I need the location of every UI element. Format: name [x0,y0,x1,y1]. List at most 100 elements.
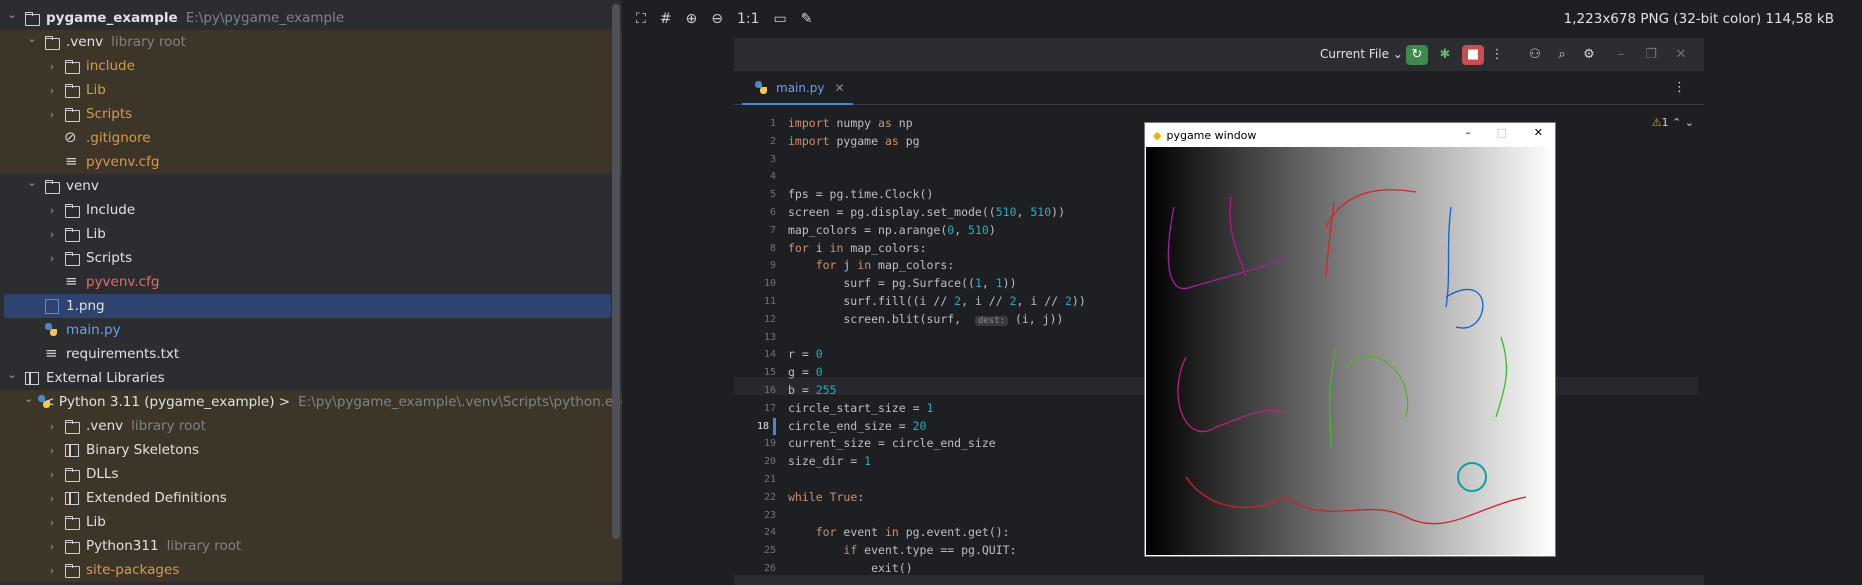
project-tree: ⌄ pygame_example E:\py\pygame_example ⌄ .ven… [0,0,622,585]
code-line: for event in pg.event.get(): [815,525,1010,540]
chevron-right-icon[interactable]: › [44,564,60,577]
debug-icon[interactable]: ✱ [1434,45,1456,65]
chevron-right-icon[interactable]: › [44,108,60,121]
code-line: for j in map_colors: [815,258,955,273]
tree-item-label: .venv [66,34,104,50]
run-config-dropdown[interactable]: Current File ⌄ [1320,47,1403,61]
chevron-down-icon[interactable]: ⌄ [4,8,20,21]
grid-icon[interactable]: # [660,11,672,27]
line-number: 18 [757,417,776,436]
tab-close-icon[interactable]: ✕ [835,81,845,95]
add-user-icon[interactable]: ⚇ [1524,45,1546,65]
tree-item[interactable]: › Python311 library root [0,534,622,558]
chevron-right-icon[interactable]: › [44,492,60,505]
line-number: 3 [769,153,776,165]
tree-item[interactable]: main.py [0,318,622,342]
tree-item[interactable]: › Scripts [0,246,622,270]
tree-item-label: pyvenv.cfg [86,154,160,170]
tree-item[interactable]: 1.png [4,294,611,318]
code-line: r = 0 [788,347,823,362]
tree-item[interactable]: pyvenv.cfg [0,150,622,174]
chevron-right-icon[interactable]: › [44,420,60,433]
folder-icon [64,107,80,122]
line-number: 8 [769,242,776,254]
tree-item[interactable]: › Include [0,198,622,222]
line-number: 9 [769,260,776,272]
line-number: 11 [763,296,776,307]
more-icon[interactable]: ⋮ [1486,45,1508,65]
actual-size-button[interactable]: 1:1 [737,11,760,27]
tree-item[interactable]: › Lib [0,510,622,534]
chevron-right-icon[interactable]: › [44,84,60,97]
project-tree-scrollbar[interactable] [612,4,620,539]
tree-item[interactable]: requirements.txt [0,342,622,366]
tree-item[interactable]: › Binary Skeletons [0,438,622,462]
tree-item[interactable]: ⌄ < Python 3.11 (pygame_example) > E:\py\p… [0,390,622,414]
image-viewer: ⛶ # ⊕ ⊖ 1:1 ▭ ✎ 1,223x678 PNG (32-bit co… [622,0,1862,585]
tree-item[interactable]: ⌄ pygame_example E:\py\pygame_example [0,6,622,30]
code-line: screen = pg.display.set_mode((510, 510)) [788,205,1065,219]
image-info: 1,223x678 PNG (32-bit color) 114,58 kB [1563,11,1834,27]
chevron-right-icon[interactable]: › [44,516,60,529]
pygame-titlebar: ◆ pygame window – □ ✕ [1145,123,1555,147]
tree-item-label: site-packages [86,562,180,578]
tree-item[interactable]: › Scripts [0,102,622,126]
line-number: 23 [763,509,776,521]
zoom-out-icon[interactable]: ⊖ [711,11,723,27]
chevron-right-icon[interactable]: › [44,468,60,481]
zoom-in-icon[interactable]: ⊕ [686,11,698,27]
pygame-maximize-icon[interactable]: □ [1497,126,1507,139]
line-number: 2 [769,135,776,147]
chevron-right-icon[interactable]: › [44,540,60,553]
code-line: g = 0 [788,365,823,380]
tree-item-hint: E:\py\pygame_example\.venv\Scripts\pytho… [298,394,622,410]
tree-item-label: main.py [66,322,121,338]
chevron-down-icon[interactable]: ⌄ [24,32,40,45]
tree-item[interactable]: pyvenv.cfg [0,270,622,294]
chevron-right-icon[interactable]: › [44,252,60,265]
folder-icon [64,251,80,266]
color-picker-icon[interactable]: ✎ [801,11,813,27]
tab-main-py[interactable]: main.py ✕ [742,72,853,105]
folder-icon [64,539,80,554]
restore-icon[interactable]: ❐ [1640,45,1662,65]
tree-item[interactable]: › DLLs [0,462,622,486]
tree-item[interactable]: › Extended Definitions [0,486,622,510]
tree-item[interactable]: .gitignore [0,126,622,150]
close-icon[interactable]: ✕ [1670,45,1692,65]
tree-item[interactable]: › .venv library root [0,414,622,438]
chevron-right-icon[interactable]: › [44,444,60,457]
chevron-right-icon[interactable]: › [44,228,60,241]
tree-item[interactable]: › Lib [0,222,622,246]
tree-item-hint: E:\py\pygame_example [185,10,345,26]
tab-more-icon[interactable]: ⋮ [1673,80,1686,95]
stop-icon[interactable]: ■ [1462,45,1484,65]
run-icon[interactable]: ↻ [1406,45,1428,65]
chevron-right-icon[interactable]: › [44,204,60,217]
settings-icon[interactable]: ⚙ [1578,45,1600,65]
tree-item[interactable]: ⌄ External Libraries [0,366,622,390]
editor-hscrollbar[interactable] [734,575,1704,585]
tree-item-label: Extended Definitions [86,490,227,506]
pygame-close-icon[interactable]: ✕ [1534,126,1543,139]
code-line: size_dir = 1 [788,454,872,469]
code-line: current_size = circle_end_size [788,436,996,451]
tree-item[interactable]: › include [0,54,622,78]
chevron-right-icon[interactable]: › [44,60,60,73]
fit-icon[interactable]: ⛶ [636,11,646,27]
chevron-down-icon[interactable]: ⌄ [24,392,33,405]
background-icon[interactable]: ▭ [774,11,787,27]
minimize-icon[interactable]: – [1610,45,1632,65]
pygame-minimize-icon[interactable]: – [1466,126,1472,139]
chevron-down-icon[interactable]: ⌄ [4,368,20,381]
tree-item[interactable]: › Lib [0,78,622,102]
search-icon[interactable]: ⌕ [1551,45,1573,65]
tree-item[interactable]: ⌄ .venv library root [0,30,622,54]
tree-item-label: Scripts [86,250,133,266]
tree-item[interactable]: ⌄ venv [0,174,622,198]
pygame-icon: ◆ [1153,128,1162,142]
line-number: 6 [769,207,776,218]
tree-item[interactable]: › site-packages [0,558,622,582]
line-number: 12 [763,313,776,325]
chevron-down-icon[interactable]: ⌄ [24,176,40,189]
